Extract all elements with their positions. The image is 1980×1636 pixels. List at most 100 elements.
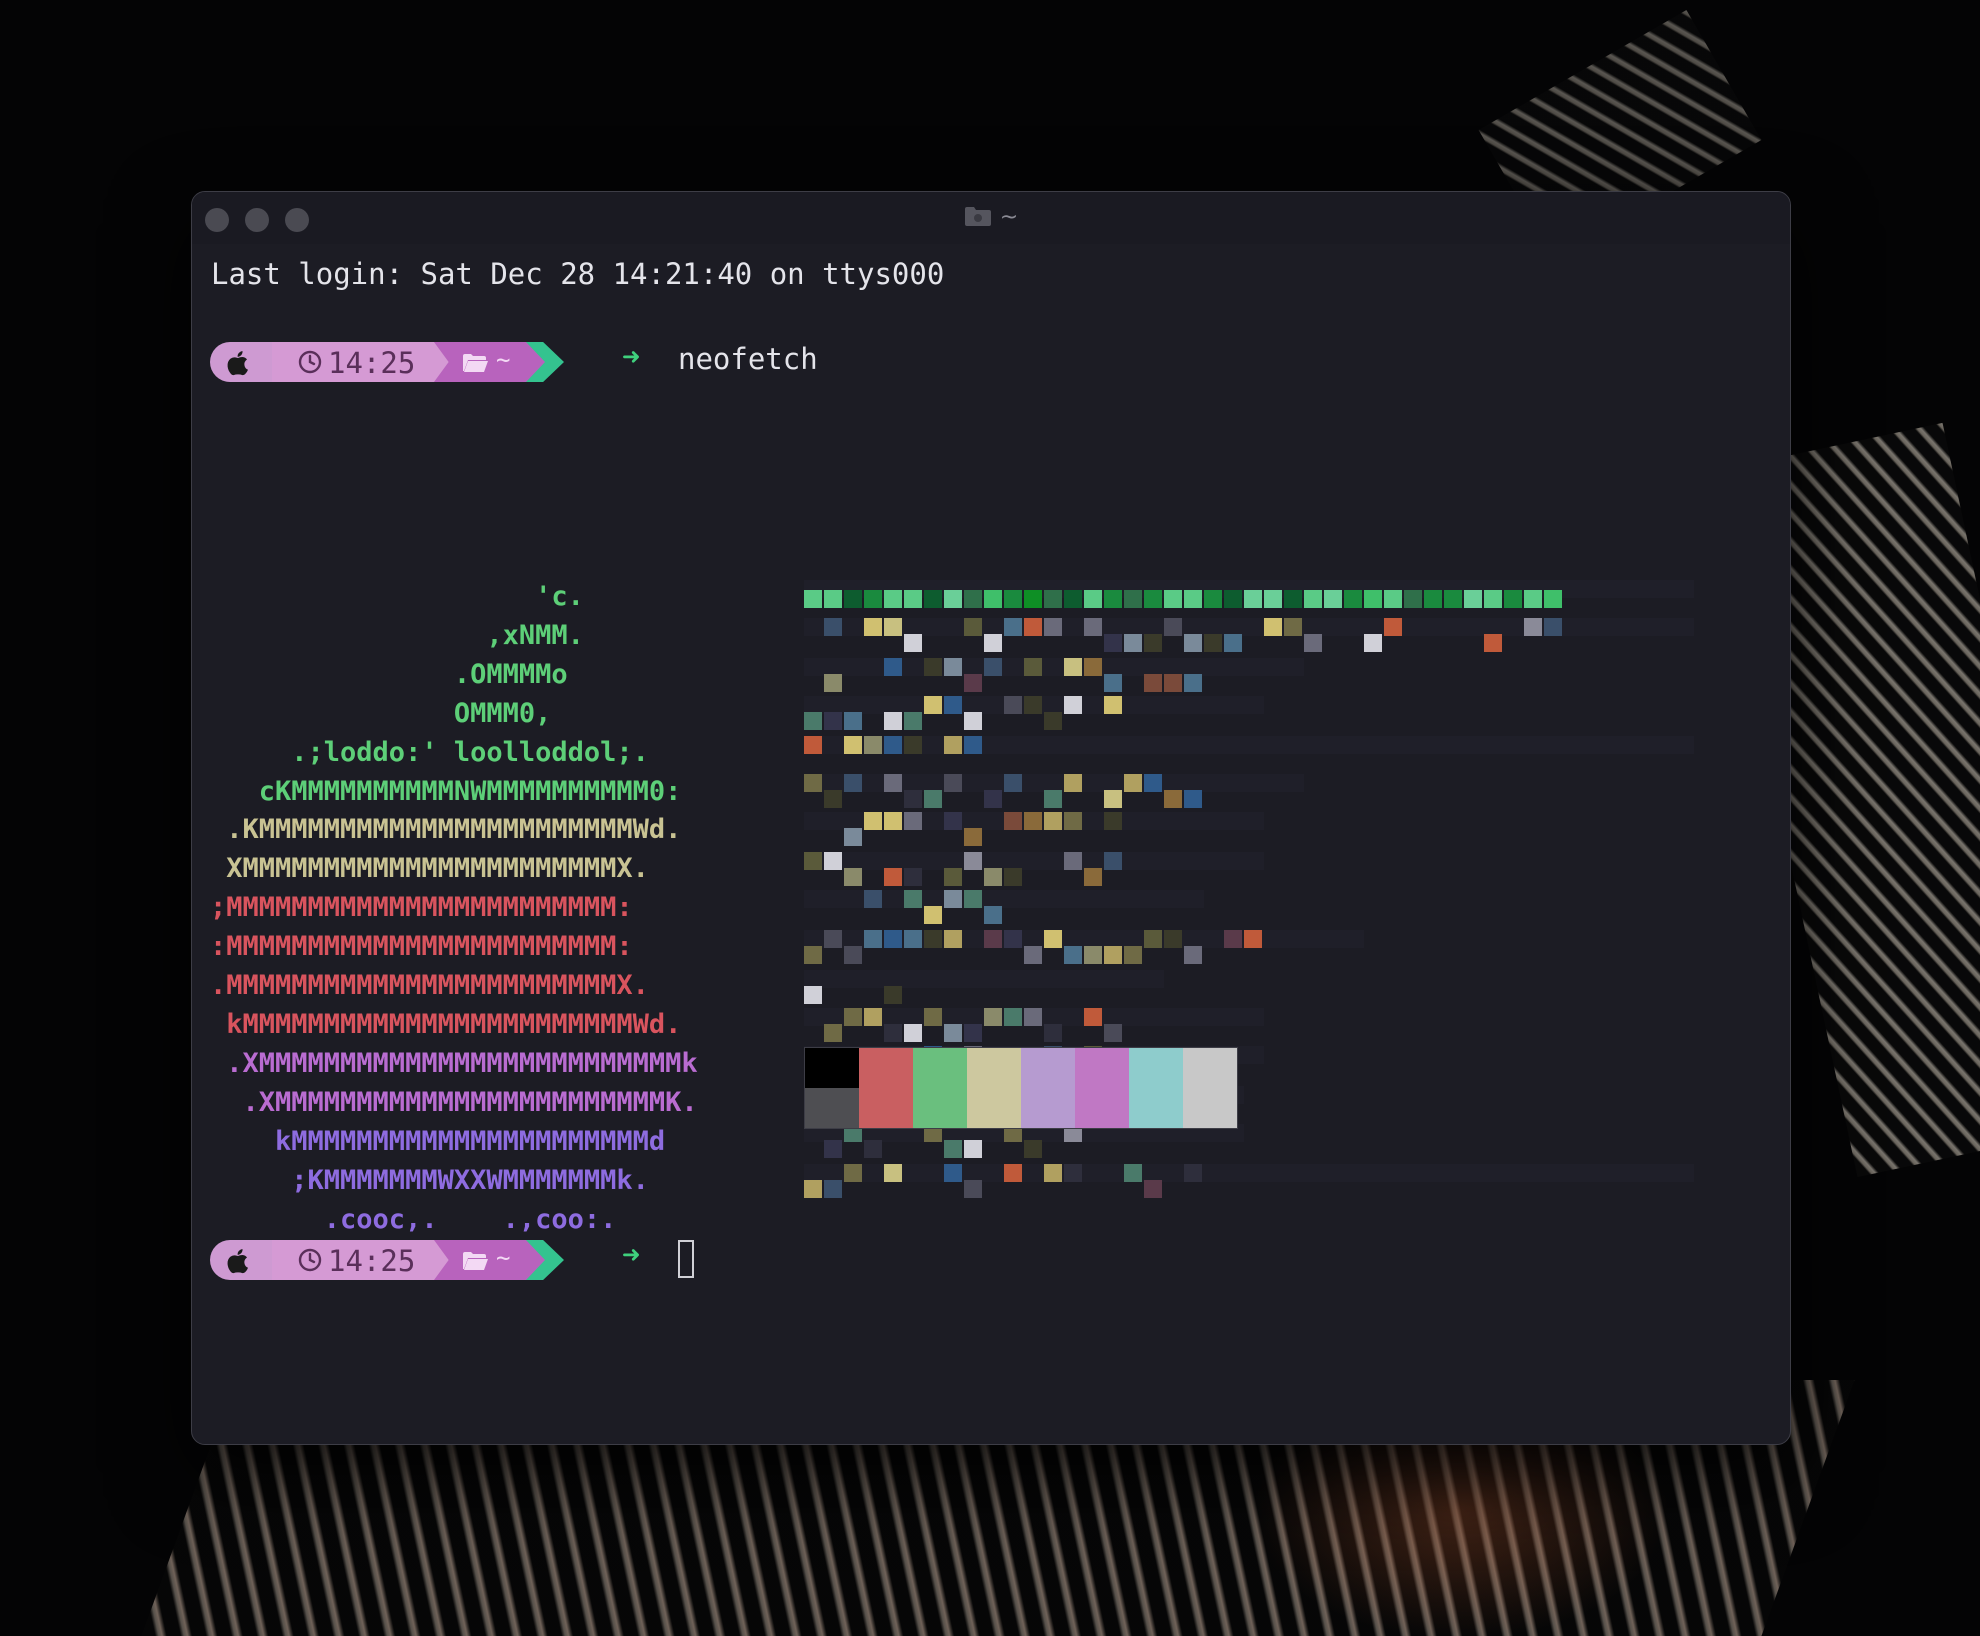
- pixel-block: [1524, 618, 1542, 636]
- pixel-block: [1104, 634, 1122, 652]
- pixel-block: [1104, 1024, 1122, 1042]
- window-titlebar[interactable]: ~: [192, 192, 1790, 244]
- pixel-block: [984, 1008, 1002, 1026]
- prompt-time: 14:25: [328, 346, 416, 380]
- pixel-block: [844, 774, 862, 792]
- pixel-block: [1044, 1164, 1062, 1182]
- pixel-block: [1124, 634, 1142, 652]
- pixel-block: [1084, 946, 1102, 964]
- clock-icon: [298, 350, 322, 374]
- palette-swatch-gray: [805, 1088, 859, 1128]
- pixel-block: [964, 1180, 982, 1198]
- pixel-block: [964, 712, 982, 730]
- pixel-block: [1284, 590, 1302, 608]
- pixel-block: [1184, 946, 1202, 964]
- open-folder-icon: [463, 1252, 488, 1270]
- pixel-block: [864, 1008, 882, 1026]
- pixel-block: [1044, 712, 1062, 730]
- pixel-block: [1004, 1164, 1022, 1182]
- pixel-block: [884, 986, 902, 1004]
- palette-swatch-black: [805, 1048, 859, 1088]
- pixel-block: [804, 986, 822, 1004]
- pixel-block: [1504, 590, 1522, 608]
- pixel-block: [984, 658, 1002, 676]
- text-cursor[interactable]: [678, 1240, 694, 1278]
- pixel-block: [1024, 658, 1042, 676]
- pixel-block: [1004, 812, 1022, 830]
- pixel-block: [1024, 1008, 1042, 1026]
- terminal-window[interactable]: ~ Last login: Sat Dec 28 14:21:40 on tty…: [191, 191, 1791, 1445]
- pixel-block: [904, 1024, 922, 1042]
- pixel-block: [944, 930, 962, 948]
- pixel-block: [864, 812, 882, 830]
- pixel-block: [1144, 674, 1162, 692]
- pixel-block: [1164, 790, 1182, 808]
- apple-icon: [227, 351, 248, 376]
- pixel-block: [1164, 590, 1182, 608]
- pixel-block: [984, 590, 1002, 608]
- pixel-block: [944, 890, 962, 908]
- pixel-block: [824, 852, 842, 870]
- pixel-block: [864, 618, 882, 636]
- shell-prompt-2[interactable]: 14:25 ~ ➜: [210, 1238, 694, 1280]
- pixel-block: [964, 852, 982, 870]
- palette-swatch-red: [859, 1048, 913, 1128]
- pixel-block: [1524, 590, 1542, 608]
- pixel-block: [1104, 590, 1122, 608]
- pixel-block: [1204, 634, 1222, 652]
- pixel-block: [1124, 946, 1142, 964]
- pixel-block: [844, 946, 862, 964]
- prompt-arrow-icon: ➜: [622, 1238, 641, 1273]
- pixel-block: [944, 590, 962, 608]
- pixel-block: [1104, 790, 1122, 808]
- pixel-block: [904, 890, 922, 908]
- ascii-line: .KMMMMMMMMMMMMMMMMMMMMMMMWd.: [210, 814, 682, 846]
- pixel-block: [984, 906, 1002, 924]
- ascii-line: ;KMMMMMMMWXXWMMMMMMMk.: [210, 1164, 649, 1196]
- pixel-block: [844, 868, 862, 886]
- pixel-block: [944, 1140, 962, 1158]
- pixel-block: [824, 618, 842, 636]
- redacted-info-row: [804, 736, 1694, 754]
- pixel-block: [1144, 590, 1162, 608]
- pixel-block: [944, 696, 962, 714]
- pixel-block: [964, 674, 982, 692]
- ascii-line: .cooc,. .,coo:.: [210, 1203, 617, 1235]
- pixel-block: [1024, 618, 1042, 636]
- pixel-block: [824, 1180, 842, 1198]
- pixel-block: [884, 812, 902, 830]
- pixel-block: [1044, 812, 1062, 830]
- pixel-block: [924, 790, 942, 808]
- pixel-block: [984, 790, 1002, 808]
- pixel-block: [1244, 590, 1262, 608]
- prompt-dir: ~: [496, 1244, 511, 1272]
- pixel-block: [864, 930, 882, 948]
- pixel-block: [1544, 618, 1562, 636]
- pixel-block: [1004, 930, 1022, 948]
- ascii-line: ,xNMM.: [210, 619, 584, 651]
- pixel-block: [1404, 590, 1422, 608]
- pixel-block: [864, 736, 882, 754]
- window-title: ~: [192, 205, 1790, 230]
- pixel-block: [844, 712, 862, 730]
- pixel-block: [1084, 1008, 1102, 1026]
- pixel-block: [1064, 774, 1082, 792]
- pixel-block: [1104, 696, 1122, 714]
- pixel-block: [904, 790, 922, 808]
- pixel-block: [1304, 590, 1322, 608]
- pixel-block: [884, 774, 902, 792]
- pixel-block: [1184, 590, 1202, 608]
- pixel-block: [804, 946, 822, 964]
- redacted-info-row: [804, 852, 1264, 870]
- pixel-block: [1184, 1164, 1202, 1182]
- pixel-block: [1324, 590, 1342, 608]
- pixel-block: [1044, 1024, 1062, 1042]
- pixel-block: [1064, 812, 1082, 830]
- redacted-info-row: [804, 658, 1304, 676]
- redacted-info-row: [804, 1164, 1694, 1182]
- ascii-line: .OMMMMo: [210, 658, 568, 690]
- pixel-block: [804, 1180, 822, 1198]
- pixel-block: [904, 590, 922, 608]
- pixel-block: [1084, 618, 1102, 636]
- pixel-block: [1304, 634, 1322, 652]
